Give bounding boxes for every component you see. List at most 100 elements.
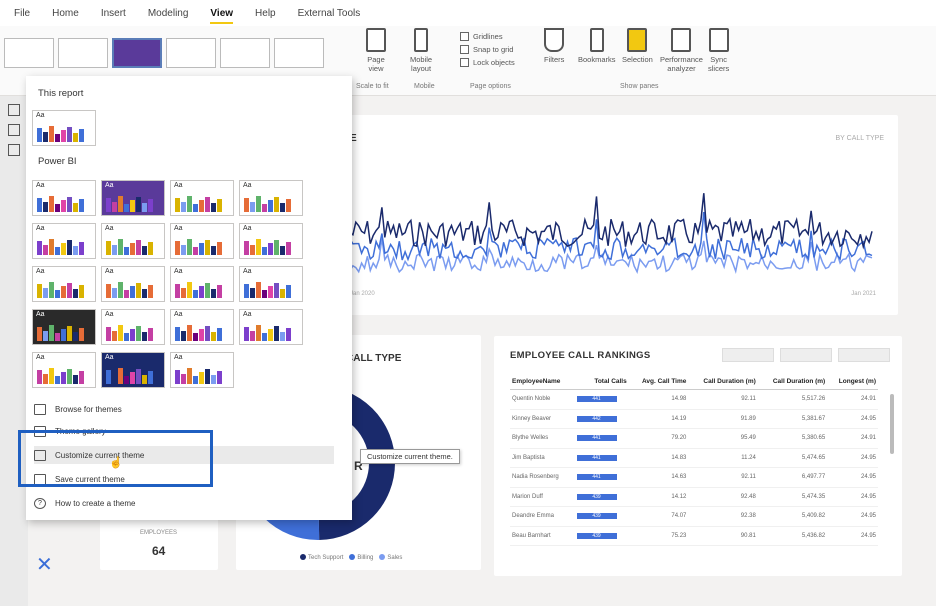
theme-option[interactable]: Aa — [32, 110, 96, 146]
theme-swatch-bars — [37, 196, 84, 212]
page-view-button[interactable]: Page view — [366, 28, 386, 73]
theme-thumb[interactable] — [166, 38, 216, 68]
theme-sample-text: Aa — [36, 311, 45, 318]
table-cell: 5,381.67 — [757, 409, 828, 429]
browse-themes-item[interactable]: Browse for themes — [34, 400, 334, 418]
mobile-layout-button[interactable]: Mobile layout — [410, 28, 432, 73]
theme-option[interactable]: Aa — [170, 223, 234, 259]
theme-option[interactable]: Aa — [239, 180, 303, 216]
line-chart-card[interactable]: E BY CALL TYPE Jan 2020 Jan 2021 — [342, 115, 898, 315]
col-header[interactable]: EmployeeName — [510, 376, 575, 390]
employees-kpi-card[interactable]: EMPLOYEES 64 — [100, 518, 218, 570]
theme-swatch-bars — [244, 325, 291, 341]
theme-sample-text: Aa — [36, 268, 45, 275]
theme-option[interactable]: Aa — [170, 180, 234, 216]
theme-swatch-bars — [244, 239, 291, 255]
theme-option[interactable]: Aa — [101, 352, 165, 388]
theme-option[interactable]: Aa — [239, 223, 303, 259]
table-row[interactable]: Deandre Emma 439 74.07 92.38 5,409.82 24.95 — [510, 506, 878, 527]
rankings-card[interactable]: EMPLOYEE CALL RANKINGS EmployeeName Tota… — [494, 336, 902, 576]
kpi-label: EMPLOYEES — [140, 530, 178, 536]
how-to-theme-item[interactable]: ? How to create a theme — [34, 494, 334, 512]
sync-slicers-button[interactable]: Sync slicers — [708, 28, 729, 73]
menu-home[interactable]: Home — [52, 8, 79, 19]
lock-label: Lock objects — [473, 58, 515, 67]
theme-sample-text: Aa — [36, 112, 45, 119]
theme-option[interactable]: Aa — [32, 352, 96, 388]
table-cell: 24.91 — [827, 428, 878, 449]
menu-view[interactable]: View — [210, 8, 233, 24]
gridlines-label: Gridlines — [473, 32, 503, 41]
rankings-table: EmployeeName Total Calls Avg. Call Time … — [510, 376, 878, 546]
table-cell: 24.95 — [827, 487, 878, 507]
table-cell: 5,380.65 — [757, 428, 828, 449]
selection-icon — [627, 28, 648, 52]
theme-swatch-bars — [106, 196, 153, 212]
lock-objects-checkbox[interactable]: Lock objects — [460, 56, 515, 69]
theme-option[interactable]: Aa — [239, 309, 303, 345]
theme-option[interactable]: Aa — [170, 266, 234, 302]
legend-dot — [379, 554, 386, 560]
theme-sample-text: Aa — [243, 225, 252, 232]
theme-option[interactable]: Aa — [101, 223, 165, 259]
table-row[interactable]: Blythe Welles 441 79.20 95.49 5,380.65 24.91 — [510, 428, 878, 449]
theme-thumb[interactable] — [112, 38, 162, 68]
theme-option[interactable]: Aa — [170, 309, 234, 345]
performance-analyzer-button[interactable]: Performance analyzer — [660, 28, 703, 73]
table-cell: 442 — [574, 409, 629, 429]
theme-swatch-bars — [244, 282, 291, 298]
theme-thumb[interactable] — [274, 38, 324, 68]
bookmarks-button[interactable]: Bookmarks — [578, 28, 616, 64]
theme-option[interactable]: Aa — [170, 352, 234, 388]
model-view-icon[interactable] — [8, 144, 20, 156]
theme-option[interactable]: Aa — [101, 266, 165, 302]
col-header[interactable]: Avg. Call Time — [628, 376, 689, 390]
theme-option[interactable]: Aa — [101, 180, 165, 216]
gridlines-checkbox[interactable]: Gridlines — [460, 30, 515, 43]
theme-sample-text: Aa — [243, 268, 252, 275]
legend-item: Sales — [379, 554, 402, 561]
table-cell: 95.49 — [688, 428, 758, 449]
data-view-icon[interactable] — [8, 124, 20, 136]
col-header[interactable]: Longest (m) — [827, 376, 878, 390]
report-view-icon[interactable] — [8, 104, 20, 116]
menu-external-tools[interactable]: External Tools — [298, 8, 361, 19]
table-row[interactable]: Beau Barnhart 439 75.23 90.81 5,436.82 24.95 — [510, 526, 878, 546]
col-header[interactable]: Call Duration (m) — [757, 376, 828, 390]
slicer-1[interactable] — [722, 348, 774, 362]
table-cell: 441 — [574, 389, 629, 410]
snap-to-grid-checkbox[interactable]: Snap to grid — [460, 43, 515, 56]
donut-legend: Tech Support Billing Sales — [300, 554, 402, 561]
theme-thumb[interactable] — [220, 38, 270, 68]
filters-button[interactable]: Filters — [544, 28, 564, 64]
caption-show-panes: Show panes — [620, 83, 659, 90]
table-scrollbar[interactable] — [890, 394, 894, 454]
theme-option[interactable]: Aa — [32, 223, 96, 259]
slicer-2[interactable] — [780, 348, 832, 362]
menu-insert[interactable]: Insert — [101, 8, 126, 19]
table-row[interactable]: Jim Baptista 441 14.83 11.24 5,474.65 24.95 — [510, 448, 878, 468]
theme-option[interactable]: Aa — [32, 309, 96, 345]
table-row[interactable]: Nadia Rosenberg 441 14.63 92.11 6,497.77 24.9… — [510, 467, 878, 488]
theme-option[interactable]: Aa — [32, 266, 96, 302]
table-row[interactable]: Kinney Beaver 442 14.19 91.89 5,381.67 24.95 — [510, 409, 878, 429]
table-row[interactable]: Marion Duff 439 14.12 92.48 5,474.35 24.95 — [510, 487, 878, 507]
table-row[interactable]: Quentin Noble 441 14.98 92.11 5,517.26 24.91 — [510, 389, 878, 410]
table-cell: 24.95 — [827, 467, 878, 488]
theme-thumb[interactable] — [58, 38, 108, 68]
col-header[interactable]: Call Duration (m) — [688, 376, 758, 390]
menu-modeling[interactable]: Modeling — [148, 8, 189, 19]
selection-button[interactable]: Selection — [622, 28, 653, 64]
col-header[interactable]: Total Calls — [574, 376, 629, 390]
theme-option[interactable]: Aa — [239, 266, 303, 302]
checkbox-icon — [460, 58, 469, 67]
table-cell: 11.24 — [688, 448, 758, 468]
slicer-3[interactable] — [838, 348, 890, 362]
menu-file[interactable]: File — [14, 8, 30, 19]
theme-option[interactable]: Aa — [101, 309, 165, 345]
theme-option[interactable]: Aa — [32, 180, 96, 216]
theme-swatch-bars — [175, 368, 222, 384]
menu-help[interactable]: Help — [255, 8, 276, 19]
theme-thumb[interactable] — [4, 38, 54, 68]
table-cell: 439 — [574, 526, 629, 546]
